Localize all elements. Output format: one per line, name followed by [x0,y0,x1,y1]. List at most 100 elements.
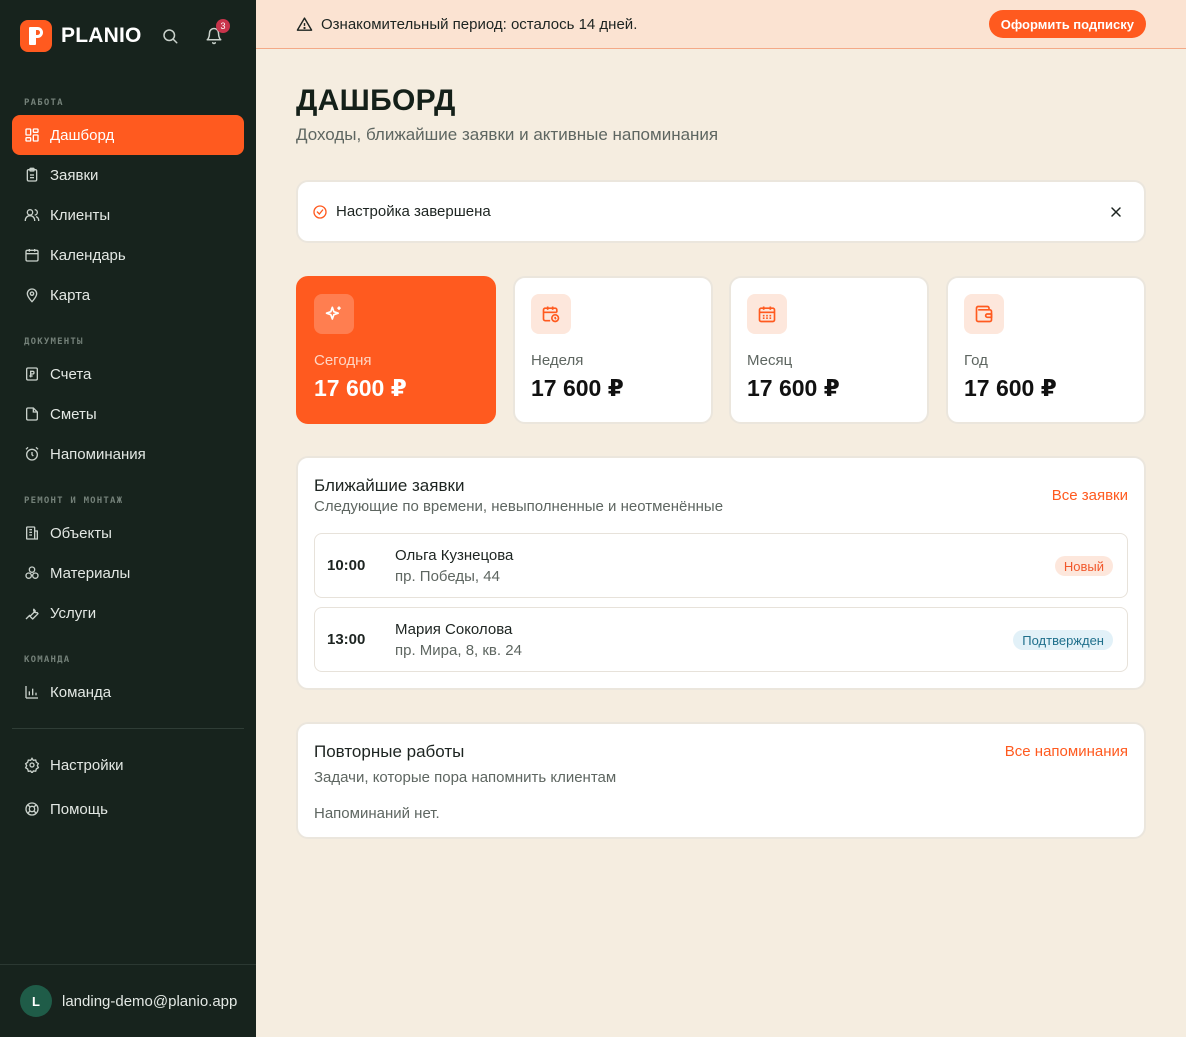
warning-icon [296,16,313,33]
document-icon [24,406,40,422]
sidebar-item-label: Сметы [50,405,97,423]
upcoming-title: Ближайшие заявки [314,476,465,495]
clipboard-icon [24,167,40,183]
sidebar-item-label: Дашборд [50,126,115,144]
request-address: пр. Победы, 44 [395,568,500,585]
upcoming-subtitle: Следующие по времени, невыполненные и не… [314,498,724,515]
upcoming-requests-card: Ближайшие заявки Следующие по времени, н… [296,456,1146,690]
alarm-icon [24,446,40,462]
sidebar-item-label: Материалы [50,564,131,582]
sidebar-item-label: Карта [50,286,91,304]
sidebar-item-services[interactable]: Услуги [12,593,244,633]
stat-card-today: Сегодня 17 600 ₽ [296,276,496,424]
avatar: L [20,985,52,1017]
table-row[interactable]: 10:00 Ольга Кузнецова пр. Победы, 44 Нов… [314,533,1128,598]
repeat-title: Повторные работы [314,742,465,761]
stat-card-year: Год 17 600 ₽ [946,276,1146,424]
calendar-icon [24,247,40,263]
request-time: 13:00 [327,631,366,648]
request-time: 10:00 [327,557,366,574]
sidebar-item-label: Объекты [50,524,112,542]
sparkle-icon [314,294,354,334]
stat-value: 17 600 ₽ [531,375,624,401]
request-address: пр. Мира, 8, кв. 24 [395,642,522,659]
sidebar-item-label: Помощь [50,800,108,818]
map-pin-icon [24,287,40,303]
invoice-icon [24,366,40,382]
sidebar-item-label: Команда [50,683,112,701]
table-row[interactable]: 13:00 Мария Соколова пр. Мира, 8, кв. 24… [314,607,1128,672]
request-client-name: Ольга Кузнецова [395,547,514,564]
sidebar-item-clients[interactable]: Клиенты [12,195,244,235]
sidebar-item-label: Услуги [50,604,97,622]
sidebar-item-label: Настройки [50,756,124,774]
bell-icon[interactable]: 3 [202,19,230,48]
sidebar-divider [12,728,244,729]
gear-icon [24,757,40,773]
sidebar-item-label: Счета [50,365,92,383]
stat-value: 17 600 ₽ [314,375,407,401]
empty-reminders-note: Напоминаний нет. [314,805,440,822]
status-badge: Подтвержден [1013,630,1113,650]
dashboard-icon [24,127,40,143]
sidebar-item-requests[interactable]: Заявки [12,155,244,195]
sidebar-item-label: Календарь [50,246,126,264]
sidebar-item-reminders[interactable]: Напоминания [12,434,244,474]
stat-label: Неделя [531,352,584,369]
request-client-name: Мария Соколова [395,621,513,638]
sidebar-item-calendar[interactable]: Календарь [12,235,244,275]
wallet-icon [964,294,1004,334]
stat-card-month: Месяц 17 600 ₽ [729,276,929,424]
boxes-icon [24,565,40,581]
sidebar-item-label: Клиенты [50,206,111,224]
stat-value: 17 600 ₽ [747,375,840,401]
wrench-icon [24,605,40,621]
sidebar-item-objects[interactable]: Объекты [12,513,244,553]
sidebar-item-settings[interactable]: Настройки [12,745,244,785]
sidebar-item-label: Напоминания [50,445,146,463]
sidebar-item-team[interactable]: Команда [12,672,244,712]
alert-text: Настройка завершена [336,203,491,220]
sidebar-item-dashboard[interactable]: Дашборд [12,115,244,155]
stat-label: Год [964,352,988,369]
close-icon[interactable] [1108,204,1124,220]
page-title: ДАШБОРД [296,84,456,117]
sidebar-item-estimates[interactable]: Сметы [12,394,244,434]
all-reminders-link[interactable]: Все напоминания [1005,743,1128,760]
subscribe-button[interactable]: Оформить подписку [988,10,1146,38]
setup-complete-alert: Настройка завершена [296,180,1146,243]
lifebuoy-icon [24,801,40,817]
sidebar-item-invoices[interactable]: Счета [12,354,244,394]
sidebar-item-materials[interactable]: Материалы [12,553,244,593]
trial-banner: Ознакомительный период: осталось 14 дней… [256,0,1186,49]
section-label-team: КОМАНДА [24,655,71,665]
sidebar-item-help[interactable]: Помощь [12,789,244,829]
brand-name: PLANIO [61,24,142,47]
stat-label: Сегодня [314,352,372,369]
section-label-repair: РЕМОНТ И МОНТАЖ [24,496,124,506]
notification-badge: 3 [216,19,230,33]
page-subtitle: Доходы, ближайшие заявки и активные напо… [296,125,719,144]
sidebar-item-map[interactable]: Карта [12,275,244,315]
status-badge: Новый [1054,556,1113,576]
calendar-grid-icon [747,294,787,334]
search-icon[interactable] [158,24,182,48]
stat-card-week: Неделя 17 600 ₽ [513,276,713,424]
repeat-subtitle: Задачи, которые пора напомнить клиентам [314,769,617,786]
brand[interactable]: PLANIO [20,20,142,52]
brand-logo-icon [20,20,52,52]
section-label-work: РАБОТА [24,98,64,108]
stat-label: Месяц [747,352,793,369]
check-circle-icon [312,204,328,220]
all-requests-link[interactable]: Все заявки [1052,487,1128,504]
trial-text: Ознакомительный период: осталось 14 дней… [321,15,638,33]
user-email: landing-demo@planio.app [62,992,238,1010]
building-icon [24,525,40,541]
sidebar-item-label: Заявки [50,166,99,184]
section-label-documents: ДОКУМЕНТЫ [24,337,84,347]
user-menu[interactable]: L landing-demo@planio.app [0,964,256,1037]
calendar-clock-icon [531,294,571,334]
bar-chart-icon [24,684,40,700]
users-icon [24,207,40,223]
stat-value: 17 600 ₽ [964,375,1057,401]
